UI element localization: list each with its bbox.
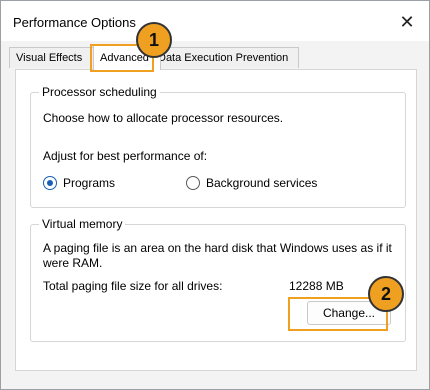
step-2-badge: 2: [368, 276, 404, 312]
tab-visual-effects[interactable]: Visual Effects: [9, 47, 97, 68]
virtual-memory-description-line2: were RAM.: [43, 256, 103, 270]
processor-scheduling-legend: Processor scheduling: [39, 85, 160, 99]
background-services-label[interactable]: Background services: [206, 176, 317, 190]
total-paging-value: 12288 MB: [289, 279, 344, 293]
programs-label[interactable]: Programs: [63, 176, 115, 190]
total-paging-label: Total paging file size for all drives:: [43, 279, 223, 293]
background-services-radio[interactable]: [186, 176, 200, 190]
programs-radio[interactable]: [43, 176, 57, 190]
tab-data-execution-prevention[interactable]: Data Execution Prevention: [151, 47, 299, 68]
step-1-badge: 1: [136, 22, 172, 58]
processor-description: Choose how to allocate processor resourc…: [43, 111, 284, 125]
adjust-label: Adjust for best performance of:: [43, 149, 208, 163]
processor-scheduling-group: Processor scheduling Choose how to alloc…: [30, 85, 406, 208]
virtual-memory-description-line1: A paging file is an area on the hard dis…: [43, 241, 392, 255]
dialog-title: Performance Options: [13, 15, 136, 30]
performance-options-dialog: Performance Options ✕ Visual Effects Adv…: [0, 0, 430, 390]
close-icon[interactable]: ✕: [395, 10, 419, 34]
title-bar: Performance Options ✕: [1, 1, 429, 41]
virtual-memory-legend: Virtual memory: [39, 217, 126, 231]
